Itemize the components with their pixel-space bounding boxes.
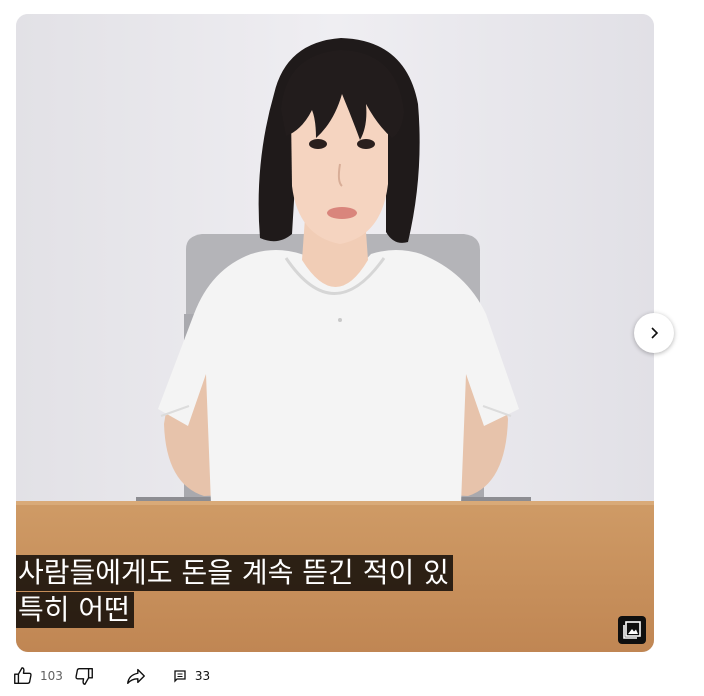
comments-button[interactable]: 33 — [173, 669, 210, 683]
chevron-right-icon — [651, 327, 659, 339]
like-count: 103 — [40, 669, 63, 683]
comment-count: 33 — [194, 669, 211, 683]
thumbs-up-icon — [14, 667, 32, 685]
subtitle-line-2: 특히 어떤 — [16, 592, 134, 628]
subtitle-line-1: 사람들에게도 돈을 계속 뜯긴 적이 있 — [16, 555, 453, 591]
post-action-bar: 103 33 — [12, 662, 210, 690]
comment-icon — [174, 670, 186, 683]
thumbs-down-icon — [75, 667, 93, 685]
post-image[interactable]: 사람들에게도 돈을 계속 뜯긴 적이 있 특히 어떤 — [16, 14, 654, 652]
next-image-button[interactable] — [634, 313, 674, 353]
photo-gallery-icon[interactable] — [618, 616, 646, 644]
share-button[interactable] — [125, 665, 147, 687]
like-button[interactable]: 103 — [12, 665, 63, 687]
share-arrow-icon — [126, 668, 145, 685]
dislike-button[interactable] — [73, 665, 95, 687]
